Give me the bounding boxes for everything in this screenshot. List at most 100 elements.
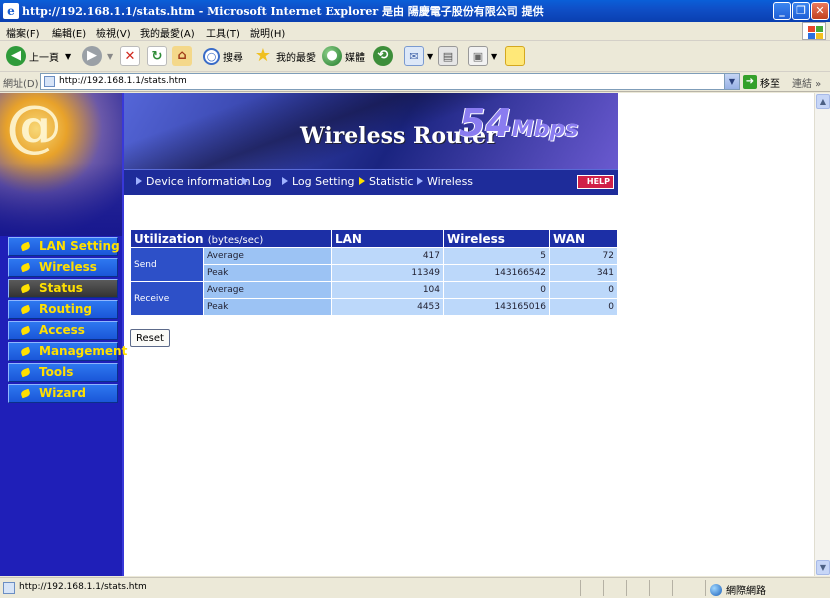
menu-favorites[interactable]: 我的最愛(A) xyxy=(140,25,195,40)
maximize-button[interactable]: ❐ xyxy=(792,2,810,20)
forward-dropdown-icon[interactable]: ▼ xyxy=(107,52,113,61)
media-label: 媒體 xyxy=(345,52,365,64)
address-bar: 網址(D) http://192.168.1.1/stats.htm ▼ ➜ 移… xyxy=(0,72,830,92)
mail-button[interactable]: ✉ ▼ xyxy=(404,45,433,67)
nav-management[interactable]: Management xyxy=(8,342,127,361)
nav-bullet-icon xyxy=(20,262,31,273)
top-nav-label: Statistic xyxy=(369,175,414,188)
forward-button[interactable]: ▶ ▼ xyxy=(82,45,113,67)
nav-label: LAN Setting xyxy=(39,239,120,253)
lan-value: 4453 xyxy=(332,299,443,315)
nav-wizard[interactable]: Wizard xyxy=(8,384,118,403)
menu-view[interactable]: 檢視(V) xyxy=(96,25,131,40)
mail-icon: ✉ xyxy=(404,46,424,66)
status-bar: http://192.168.1.1/stats.htm 網際網路 xyxy=(0,577,830,598)
nav-access[interactable]: Access xyxy=(8,321,118,340)
zone-label: 網際網路 xyxy=(726,586,766,597)
forward-arrow-icon: ▶ xyxy=(82,46,102,66)
menu-help[interactable]: 說明(H) xyxy=(250,25,285,40)
reset-button[interactable]: Reset xyxy=(130,329,170,347)
nav-label: Status xyxy=(39,281,83,295)
mail-dropdown-icon[interactable]: ▼ xyxy=(427,52,433,61)
menu-tools[interactable]: 工具(T) xyxy=(206,25,240,40)
nav-tools[interactable]: Tools xyxy=(8,363,118,382)
top-nav-label: Log Setting xyxy=(292,175,355,188)
history-icon: ⟲ xyxy=(373,46,393,66)
statistics-table: Utilization (bytes/sec) LAN Wireless WAN… xyxy=(130,229,618,316)
edit-dropdown-icon[interactable]: ▼ xyxy=(491,52,497,61)
refresh-icon: ↻ xyxy=(147,46,167,66)
print-button[interactable]: ▤ xyxy=(438,45,461,67)
page-viewport: @ LAN Setting Wireless Status Routing Ac… xyxy=(0,93,814,576)
nav-bullet-icon xyxy=(20,304,31,315)
scroll-up-icon[interactable]: ▲ xyxy=(816,94,830,109)
nav-status[interactable]: Status xyxy=(8,279,118,298)
wan-value: 72 xyxy=(550,248,617,264)
at-logo-icon: @ xyxy=(6,93,62,159)
address-label: 網址(D) xyxy=(3,79,39,90)
top-nav-device-information[interactable]: Device information xyxy=(136,175,251,188)
nav-label: Management xyxy=(39,344,128,358)
messenger-button[interactable] xyxy=(505,45,528,67)
back-dropdown-icon[interactable]: ▼ xyxy=(65,52,71,61)
table-row: Peak 4453 143165016 0 xyxy=(131,299,617,315)
nav-lan-setting[interactable]: LAN Setting xyxy=(8,237,120,256)
windows-logo-icon xyxy=(802,22,826,40)
home-icon: ⌂ xyxy=(172,46,192,66)
top-nav-wireless[interactable]: Wireless xyxy=(417,175,473,188)
refresh-button[interactable]: ↻ xyxy=(147,45,170,67)
nav-arrow-icon xyxy=(242,177,248,185)
edit-icon: ▣ xyxy=(468,46,488,66)
home-button[interactable]: ⌂ xyxy=(172,45,195,67)
favorites-button[interactable]: ★ 我的最愛 xyxy=(253,45,316,67)
nav-label: Wizard xyxy=(39,386,86,400)
stop-button[interactable]: ✕ xyxy=(120,45,143,67)
go-button[interactable]: ➜ 移至 xyxy=(743,74,780,90)
row-label: Average xyxy=(204,282,331,298)
nav-label: Wireless xyxy=(39,260,97,274)
address-input[interactable]: http://192.168.1.1/stats.htm ▼ xyxy=(40,73,740,90)
wan-value: 0 xyxy=(550,299,617,315)
status-separator xyxy=(580,580,581,596)
back-button[interactable]: ◀ 上一頁 ▼ xyxy=(6,45,71,67)
menu-edit[interactable]: 編輯(E) xyxy=(52,25,86,40)
media-button[interactable]: ● 媒體 xyxy=(322,45,365,67)
history-button[interactable]: ⟲ xyxy=(373,45,396,67)
nav-label: Tools xyxy=(39,365,74,379)
row-label: Average xyxy=(204,248,331,264)
help-button[interactable]: HELP xyxy=(577,175,614,189)
nav-bullet-icon xyxy=(20,325,31,336)
back-arrow-icon: ◀ xyxy=(6,46,26,66)
nav-routing[interactable]: Routing xyxy=(8,300,118,319)
edit-button[interactable]: ▣ ▼ xyxy=(468,45,497,67)
top-nav-label: Device information xyxy=(146,175,251,188)
top-nav-statistic[interactable]: Statistic xyxy=(359,175,414,188)
top-nav-log[interactable]: Log xyxy=(242,175,272,188)
lan-header: LAN xyxy=(332,230,443,247)
wireless-header: Wireless xyxy=(444,230,549,247)
vertical-scrollbar[interactable]: ▲ ▼ xyxy=(814,93,830,576)
search-button[interactable]: ○ 搜尋 xyxy=(203,45,243,67)
banner-speed-unit: Mbps xyxy=(511,117,579,142)
address-dropdown-icon[interactable]: ▼ xyxy=(724,74,739,89)
top-nav-log-setting[interactable]: Log Setting xyxy=(282,175,355,188)
logo-shade xyxy=(0,163,122,236)
utilization-unit: (bytes/sec) xyxy=(207,234,264,246)
page-icon xyxy=(44,76,55,87)
nav-arrow-icon xyxy=(417,177,423,185)
close-button[interactable]: ✕ xyxy=(811,2,829,20)
status-separator xyxy=(705,580,706,596)
minimize-button[interactable]: _ xyxy=(773,2,791,20)
status-text: http://192.168.1.1/stats.htm xyxy=(19,582,147,592)
table-row: Receive Average 104 0 0 xyxy=(131,282,617,315)
links-button[interactable]: 連結 » xyxy=(792,75,821,90)
wireless-value: 143166542 xyxy=(444,265,549,281)
menu-file[interactable]: 檔案(F) xyxy=(6,25,40,40)
banner-speed-value: 54 xyxy=(459,101,512,145)
nav-arrow-icon xyxy=(136,177,142,185)
go-label: 移至 xyxy=(760,78,780,90)
nav-wireless[interactable]: Wireless xyxy=(8,258,118,277)
table-header-row: Utilization (bytes/sec) LAN Wireless WAN xyxy=(131,230,617,247)
scroll-down-icon[interactable]: ▼ xyxy=(816,560,830,575)
router-sidebar: @ LAN Setting Wireless Status Routing Ac… xyxy=(0,93,127,576)
